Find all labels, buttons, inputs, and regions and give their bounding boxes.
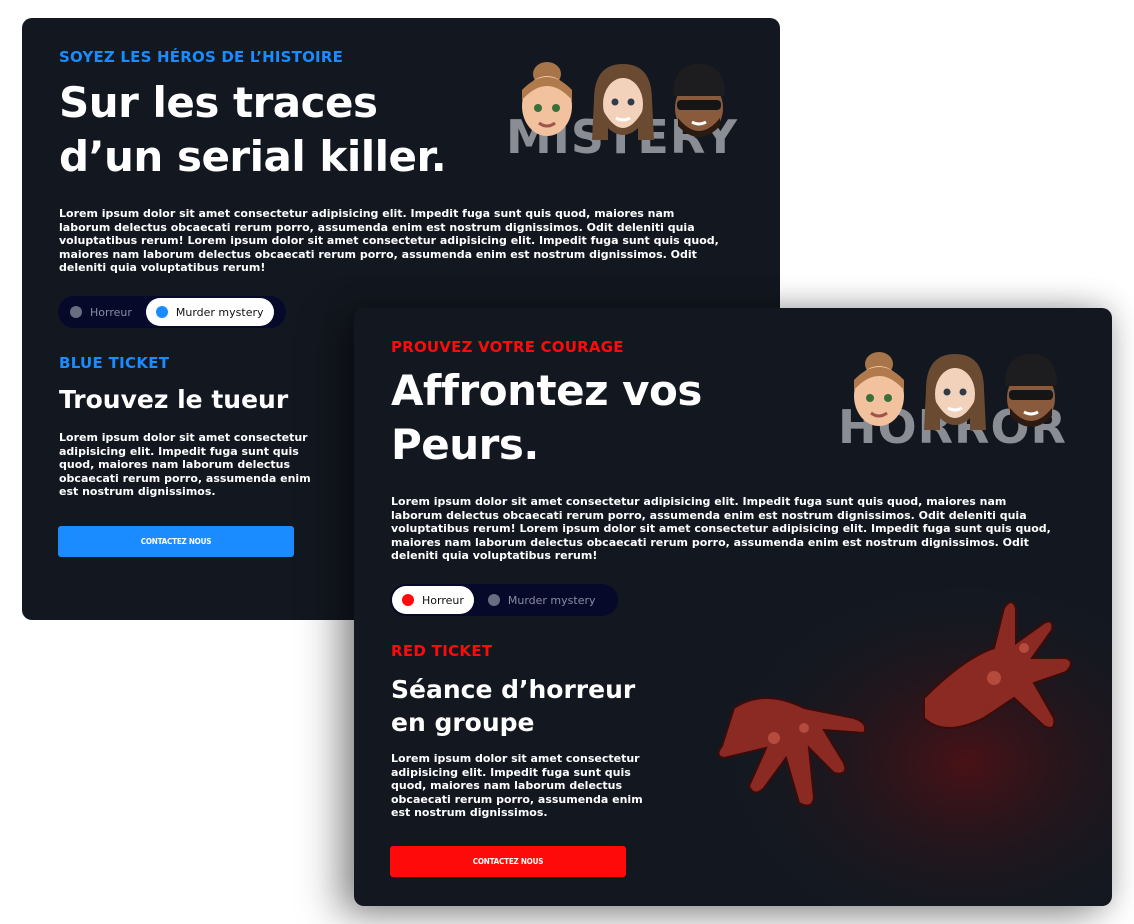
horror-headline-line1: Affrontez vos — [391, 366, 702, 415]
bearded-man-avatar-icon — [924, 354, 986, 430]
mystery-toggle: Horreur Murder mystery — [58, 296, 286, 328]
toggle-murder-mystery-label: Murder mystery — [175, 305, 264, 319]
mystery-subheading: Trouvez le tueur — [59, 385, 289, 414]
horror-card: PROUVEZ VOTRE COURAGE Affrontez vos Peur… — [354, 308, 1112, 906]
toggle-dot-icon — [487, 594, 500, 606]
toggle-horreur[interactable]: Horreur — [392, 586, 474, 614]
bearded-man-avatar-icon — [592, 64, 654, 140]
zombie-hands-illustration — [694, 588, 1112, 906]
toggle-murder-mystery-label: Murder mystery — [507, 593, 596, 607]
toggle-dot-icon — [402, 594, 414, 606]
mystery-avatars — [512, 60, 740, 144]
toggle-horreur-label: Horreur — [422, 593, 464, 607]
toggle-dot-icon — [70, 306, 82, 318]
mystery-eyebrow: SOYEZ LES HÉROS DE L’HISTOIRE — [59, 48, 344, 66]
mystery-contact-button[interactable]: CONTACTEZ NOUS — [58, 526, 294, 557]
horror-headline: Affrontez vos Peurs. — [391, 364, 702, 472]
horror-subheading-line1: Séance d’horreur — [391, 675, 636, 704]
toggle-murder-mystery[interactable]: Murder mystery — [145, 298, 274, 326]
mystery-small-paragraph: Lorem ipsum dolor sit amet consectetur a… — [59, 431, 311, 498]
horror-contact-button[interactable]: CONTACTEZ NOUS — [390, 846, 626, 877]
toggle-horreur-label: Horreur — [90, 305, 132, 319]
woman-avatar-icon — [522, 62, 572, 136]
horror-toggle: Horreur Murder mystery — [390, 584, 618, 616]
horror-small-paragraph: Lorem ipsum dolor sit amet consectetur a… — [391, 752, 643, 819]
horror-paragraph: Lorem ipsum dolor sit amet consectetur a… — [391, 495, 1051, 562]
woman-avatar-icon — [854, 352, 904, 426]
horror-headline-line2: Peurs. — [391, 420, 539, 469]
masked-man-avatar-icon — [673, 64, 725, 137]
mystery-headline: Sur les traces d’un serial killer. — [59, 76, 447, 184]
mystery-ticket-label: BLUE TICKET — [59, 354, 170, 372]
horror-eyebrow: PROUVEZ VOTRE COURAGE — [391, 338, 624, 356]
horror-ticket-label: RED TICKET — [391, 642, 493, 660]
masked-man-avatar-icon — [1005, 354, 1057, 427]
mystery-headline-line2: d’un serial killer. — [59, 132, 447, 181]
toggle-murder-mystery[interactable]: Murder mystery — [478, 586, 606, 614]
horror-subheading-line2: en groupe — [391, 708, 535, 737]
mystery-headline-line1: Sur les traces — [59, 78, 378, 127]
horror-subheading: Séance d’horreur en groupe — [391, 673, 635, 739]
mystery-paragraph: Lorem ipsum dolor sit amet consectetur a… — [59, 207, 719, 274]
toggle-horreur[interactable]: Horreur — [60, 298, 142, 326]
horror-avatars — [844, 350, 1072, 434]
toggle-dot-icon — [155, 306, 168, 318]
